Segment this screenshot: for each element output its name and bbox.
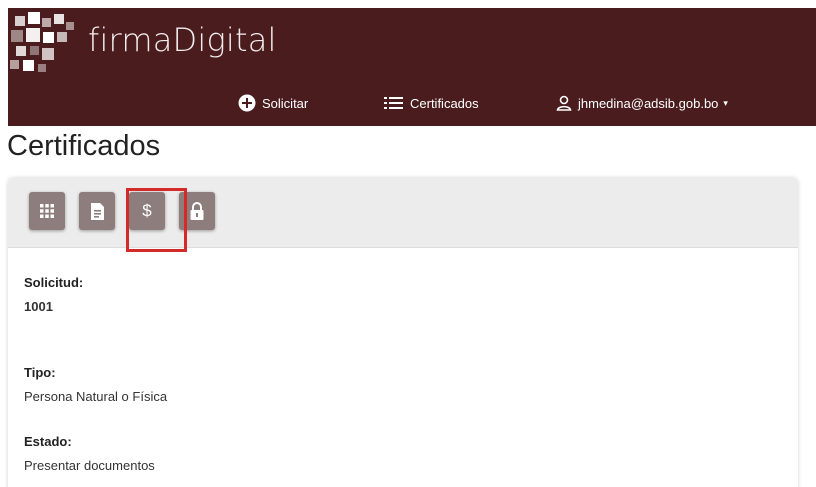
grid-icon — [40, 204, 54, 218]
nav-certificados[interactable]: Certificados — [384, 92, 479, 114]
brand-name: firmaDigital — [88, 21, 277, 59]
estado-value: Presentar documentos — [24, 458, 155, 473]
payment-button[interactable]: $ — [129, 192, 165, 230]
solicitud-value: 1001 — [24, 299, 53, 314]
navbar: firmaDigital Solicitar Certificados jhme… — [8, 8, 816, 126]
page-title: Certificados — [7, 130, 161, 162]
plus-circle-icon — [238, 94, 256, 112]
grid-button[interactable] — [29, 192, 65, 230]
document-icon — [90, 202, 104, 220]
nav-certificados-label: Certificados — [410, 95, 479, 111]
list-icon — [384, 97, 403, 109]
user-icon — [556, 95, 572, 111]
lock-button[interactable] — [179, 192, 215, 230]
logo-mosaic-icon — [8, 8, 78, 78]
nav-user-menu[interactable]: jhmedina@adsib.gob.bo ▾ — [556, 92, 728, 114]
document-button[interactable] — [79, 192, 115, 230]
certificate-card: $ Solicitud: 1001 Tipo: Persona Natural … — [8, 178, 798, 487]
tipo-value: Persona Natural o Física — [24, 389, 168, 404]
nav-solicitar-label: Solicitar — [262, 95, 309, 111]
chevron-down-icon: ▾ — [723, 97, 728, 108]
solicitud-label: Solicitud: — [24, 275, 84, 290]
nav-solicitar[interactable]: Solicitar — [238, 92, 308, 114]
estado-label: Estado: — [24, 434, 72, 449]
card-toolbar: $ — [8, 178, 798, 248]
tipo-label: Tipo: — [24, 365, 56, 380]
dollar-icon: $ — [142, 201, 152, 220]
user-email: jhmedina@adsib.gob.bo — [578, 95, 719, 111]
lock-icon — [190, 202, 204, 220]
